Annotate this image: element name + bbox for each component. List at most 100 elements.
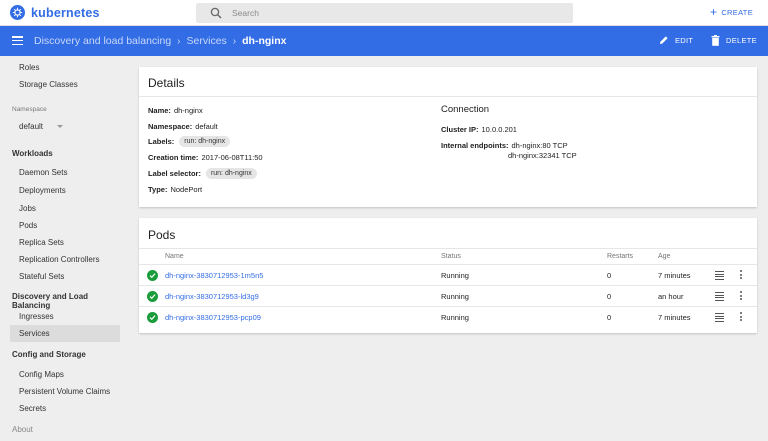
search-bar[interactable] [196, 3, 573, 23]
detail-cluster-ip: Cluster IP: 10.0.0.201 [441, 125, 517, 134]
breadcrumb-services[interactable]: Services [187, 35, 227, 47]
pod-name-link[interactable]: dh-nginx-3830712953-pcp09 [165, 313, 261, 322]
chevron-right-icon: › [232, 35, 237, 47]
sidebar-header-discovery[interactable]: Discovery and Load Balancing [12, 292, 128, 310]
create-label: CREATE [721, 7, 753, 17]
namespace-label: Namespace [12, 106, 47, 113]
edit-label: EDIT [675, 35, 694, 45]
pod-status: Running [441, 292, 469, 301]
pods-title: Pods [148, 228, 176, 242]
kubernetes-logo[interactable]: kubernetes [10, 5, 100, 20]
endpoint-item: dh-nginx:80 TCP [511, 141, 568, 150]
more-vert-icon[interactable] [740, 270, 743, 281]
sidebar-header-config[interactable]: Config and Storage [12, 350, 86, 359]
pod-status: Running [441, 313, 469, 322]
sidebar-item-ingresses[interactable]: Ingresses [19, 312, 54, 321]
sidebar-item-replication-controllers[interactable]: Replication Controllers [19, 255, 99, 264]
divider [139, 248, 757, 249]
hamburger-menu-icon[interactable] [12, 36, 23, 46]
logs-icon[interactable] [715, 292, 724, 301]
breadcrumb: Discovery and load balancing › Services … [34, 35, 286, 47]
pod-name-link[interactable]: dh-nginx-3830712953-ld3g9 [165, 292, 259, 301]
sidebar: Roles Storage Classes Namespace default … [0, 56, 128, 441]
sidebar-item-daemon-sets[interactable]: Daemon Sets [19, 168, 67, 177]
sidebar-item-pods[interactable]: Pods [19, 221, 37, 230]
column-header-restarts[interactable]: Restarts [607, 253, 633, 260]
pod-age: 7 minutes [658, 271, 691, 280]
top-bar: kubernetes + CREATE [0, 0, 768, 26]
edit-button[interactable]: EDIT [659, 35, 693, 45]
more-vert-icon[interactable] [740, 312, 743, 323]
detail-creation-key: Creation time: [148, 153, 199, 162]
logs-icon[interactable] [715, 313, 724, 322]
divider [139, 96, 757, 97]
detail-namespace-value: default [195, 122, 218, 131]
detail-selector-key: Label selector: [148, 169, 201, 178]
column-header-age[interactable]: Age [658, 253, 670, 260]
detail-type: Type: NodePort [148, 185, 202, 194]
check-circle-icon [147, 312, 158, 323]
detail-name: Name: dh-nginx [148, 106, 203, 115]
table-row[interactable]: dh-nginx-3830712953-pcp09 Running 0 7 mi… [139, 307, 757, 328]
table-row[interactable]: dh-nginx-3830712953-ld3g9 Running 0 an h… [139, 286, 757, 307]
detail-type-value: NodePort [170, 185, 203, 194]
sidebar-item-config-maps[interactable]: Config Maps [19, 370, 64, 379]
delete-button[interactable]: DELETE [711, 35, 757, 46]
sidebar-item-jobs[interactable]: Jobs [19, 204, 36, 213]
pencil-icon [660, 36, 668, 44]
sidebar-item-roles[interactable]: Roles [19, 63, 39, 72]
chevron-right-icon: › [177, 35, 181, 47]
sidebar-item-storage-classes[interactable]: Storage Classes [19, 80, 78, 89]
namespace-value: default [19, 122, 44, 131]
detail-namespace-key: Namespace: [148, 122, 193, 131]
logs-icon[interactable] [715, 271, 724, 280]
plus-icon: + [710, 5, 718, 19]
detail-type-key: Type: [148, 185, 168, 194]
table-row[interactable]: dh-nginx-3830712953-1m5n5 Running 0 7 mi… [139, 265, 757, 286]
column-header-status[interactable]: Status [441, 253, 461, 260]
breadcrumb-discovery[interactable]: Discovery and load balancing [34, 35, 171, 47]
detail-internal-endpoints: Internal endpoints: dh-nginx:80 TCP [441, 141, 568, 150]
action-bar: Discovery and load balancing › Services … [0, 26, 768, 56]
sidebar-header-workloads[interactable]: Workloads [12, 149, 53, 158]
details-title: Details [148, 76, 185, 90]
detail-creation-value: 2017-06-08T11:50 [201, 153, 263, 162]
sidebar-item-secrets[interactable]: Secrets [19, 404, 46, 413]
pod-age: 7 minutes [658, 313, 691, 322]
selector-chip: run: dh-nginx [205, 168, 257, 179]
sidebar-item-replica-sets[interactable]: Replica Sets [19, 238, 64, 247]
create-button[interactable]: + CREATE [710, 5, 753, 19]
sidebar-item-deployments[interactable]: Deployments [19, 186, 66, 195]
app-name: kubernetes [31, 5, 100, 20]
pod-restarts: 0 [607, 292, 612, 301]
sidebar-item-services[interactable]: Services [19, 329, 50, 338]
sidebar-item-stateful-sets[interactable]: Stateful Sets [19, 272, 64, 281]
pod-age: an hour [658, 292, 684, 301]
pods-card: Pods Name Status Restarts Age dh-nginx-3… [139, 218, 757, 333]
detail-cluster-ip-value: 10.0.0.201 [481, 125, 517, 134]
connection-title: Connection [441, 104, 490, 115]
endpoint-item: dh-nginx:32341 TCP [508, 151, 577, 160]
delete-label: DELETE [726, 36, 757, 45]
breadcrumb-current: dh-nginx [242, 35, 287, 47]
pod-restarts: 0 [607, 313, 612, 322]
detail-namespace: Namespace: default [148, 122, 218, 131]
detail-name-key: Name: [148, 106, 171, 115]
detail-label-selector: Label selector: run: dh-nginx [148, 168, 257, 179]
helm-wheel-icon [10, 5, 25, 20]
check-circle-icon [147, 291, 158, 302]
sidebar-item-pvc[interactable]: Persistent Volume Claims [19, 387, 110, 396]
namespace-select[interactable]: default [19, 122, 64, 131]
pod-status: Running [441, 271, 469, 280]
search-input[interactable] [232, 8, 532, 18]
detail-internal-endpoints-2: dh-nginx:32341 TCP [508, 151, 577, 160]
details-card: Details Name: dh-nginx Namespace: defaul… [139, 67, 757, 207]
search-icon [210, 7, 222, 19]
detail-name-value: dh-nginx [173, 106, 203, 115]
detail-cluster-ip-key: Cluster IP: [441, 125, 479, 134]
caret-down-icon [57, 125, 64, 128]
more-vert-icon[interactable] [740, 291, 743, 302]
pod-name-link[interactable]: dh-nginx-3830712953-1m5n5 [165, 271, 263, 280]
column-header-name[interactable]: Name [165, 253, 184, 260]
sidebar-item-about[interactable]: About [12, 425, 33, 434]
